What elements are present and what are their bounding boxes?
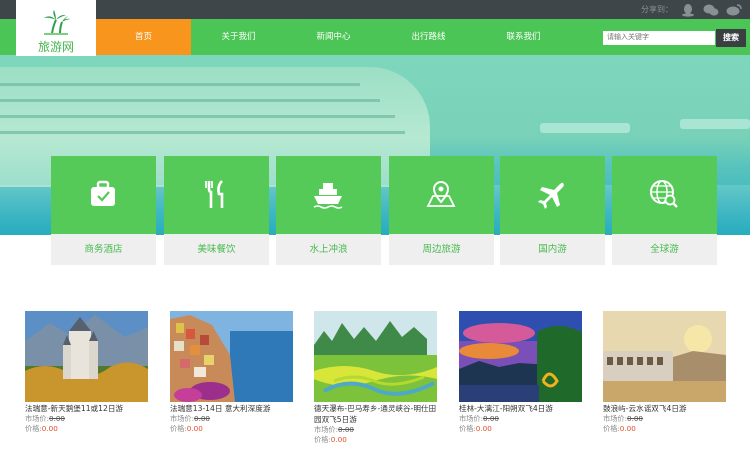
price-value: 0.00: [41, 424, 58, 433]
nav-item-news[interactable]: 新闻中心: [286, 19, 381, 55]
ship-deck-line: [0, 115, 395, 118]
map-pin-icon: [426, 181, 456, 207]
wechat-icon[interactable]: [703, 3, 719, 17]
distant-boat: [540, 123, 630, 133]
product-card[interactable]: 德天瀑布-巴马寿乡-通灵峡谷-明仕田园双飞5日游 市场价:0.00 价格:0.0…: [314, 311, 437, 445]
market-price-value: 0.00: [483, 414, 500, 423]
market-price-value: 0.00: [338, 425, 355, 434]
market-price: 市场价:0.00: [603, 414, 726, 424]
price: 价格:0.00: [603, 424, 726, 434]
logo-text: 旅游网: [37, 40, 74, 54]
globe-search-icon: [650, 180, 678, 208]
market-price-label: 市场价:: [25, 414, 49, 423]
market-price-label: 市场价:: [603, 414, 627, 423]
market-price-value: 0.00: [627, 414, 644, 423]
category-tile: [389, 156, 494, 234]
category-nearby-travel[interactable]: 周边旅游: [389, 156, 494, 265]
nav-item-routes[interactable]: 出行路线: [381, 19, 476, 55]
product-card[interactable]: 法瑞意-新天鹅堡11或12日游 市场价:0.00 价格:0.00: [25, 311, 148, 434]
search-button[interactable]: 搜索: [716, 29, 746, 47]
share-bar: 分享到：: [641, 0, 742, 19]
price: 价格:0.00: [314, 435, 437, 445]
weibo-icon[interactable]: [726, 3, 742, 17]
price-value: 0.00: [475, 424, 492, 433]
market-price: 市场价:0.00: [170, 414, 293, 424]
price-label: 价格:: [25, 424, 42, 433]
category-tile: [164, 156, 269, 234]
price-label: 价格:: [170, 424, 187, 433]
price-value: 0.00: [619, 424, 636, 433]
category-global[interactable]: 全球游: [612, 156, 717, 265]
category-label: 美味餐饮: [164, 234, 269, 265]
price: 价格:0.00: [25, 424, 148, 434]
palm-tree-logo-icon: [44, 10, 70, 35]
fork-knife-icon: [205, 180, 224, 208]
ship-deck-line: [0, 99, 380, 102]
product-title[interactable]: 桂林-大漓江-阳朔双飞4日游: [459, 403, 582, 414]
ship-deck-line: [0, 131, 405, 134]
price-value: 0.00: [330, 435, 347, 444]
qq-icon[interactable]: [680, 3, 696, 17]
suitcase-icon: [91, 180, 115, 206]
price-value: 0.00: [186, 424, 203, 433]
ship-deck-line: [0, 83, 360, 86]
product-image-cinque-terre[interactable]: [170, 311, 293, 402]
category-tile: [51, 156, 156, 234]
market-price-label: 市场价:: [459, 414, 483, 423]
product-title[interactable]: 德天瀑布-巴马寿乡-通灵峡谷-明仕田园双飞5日游: [314, 403, 437, 425]
product-card[interactable]: 鼓浪屿-云水谣双飞4日游 市场价:0.00 价格:0.00: [603, 311, 726, 434]
category-label: 商务酒店: [51, 234, 156, 265]
product-card[interactable]: 法瑞意13-14日 意大利深度游 市场价:0.00 价格:0.00: [170, 311, 293, 434]
category-surfing[interactable]: 水上冲浪: [276, 156, 381, 265]
market-price-value: 0.00: [49, 414, 66, 423]
nav-item-contact[interactable]: 联系我们: [476, 19, 571, 55]
price-label: 价格:: [459, 424, 476, 433]
market-price: 市场价:0.00: [314, 425, 437, 435]
nav-item-home[interactable]: 首页: [96, 19, 191, 55]
product-image-guilin[interactable]: [459, 311, 582, 402]
ship-icon: [313, 183, 343, 209]
category-label: 周边旅游: [389, 234, 494, 265]
product-image-castle[interactable]: [25, 311, 148, 402]
top-bar: 分享到：: [0, 0, 750, 19]
site-logo[interactable]: 旅游网: [16, 0, 96, 56]
page: 分享到： 首页 关于我们 新闻中心 出行路线 联系我们 搜索 旅游网: [0, 0, 750, 472]
category-label: 水上冲浪: [276, 234, 381, 265]
market-price: 市场价:0.00: [25, 414, 148, 424]
category-tile: [500, 156, 605, 234]
price-label: 价格:: [314, 435, 331, 444]
market-price-value: 0.00: [194, 414, 211, 423]
product-title[interactable]: 法瑞意-新天鹅堡11或12日游: [25, 403, 148, 414]
category-tile: [276, 156, 381, 234]
product-title[interactable]: 鼓浪屿-云水谣双飞4日游: [603, 403, 726, 414]
airplane-icon: [538, 182, 564, 209]
share-label: 分享到：: [641, 5, 673, 14]
price: 价格:0.00: [459, 424, 582, 434]
product-title[interactable]: 法瑞意13-14日 意大利深度游: [170, 403, 293, 414]
market-price-label: 市场价:: [170, 414, 194, 423]
category-domestic[interactable]: 国内游: [500, 156, 605, 265]
distant-boat: [680, 119, 750, 129]
price-label: 价格:: [603, 424, 620, 433]
price: 价格:0.00: [170, 424, 293, 434]
category-label: 国内游: [500, 234, 605, 265]
market-price: 市场价:0.00: [459, 414, 582, 424]
category-tile: [612, 156, 717, 234]
category-label: 全球游: [612, 234, 717, 265]
market-price-label: 市场价:: [314, 425, 338, 434]
product-image-gulangyu[interactable]: [603, 311, 726, 402]
category-dining[interactable]: 美味餐饮: [164, 156, 269, 265]
product-card[interactable]: 桂林-大漓江-阳朔双飞4日游 市场价:0.00 价格:0.00: [459, 311, 582, 434]
nav-item-about[interactable]: 关于我们: [191, 19, 286, 55]
main-nav: 首页 关于我们 新闻中心 出行路线 联系我们 搜索: [0, 19, 750, 55]
category-business-hotel[interactable]: 商务酒店: [51, 156, 156, 265]
search-input[interactable]: [603, 31, 715, 45]
product-image-rice-terraces[interactable]: [314, 311, 437, 402]
